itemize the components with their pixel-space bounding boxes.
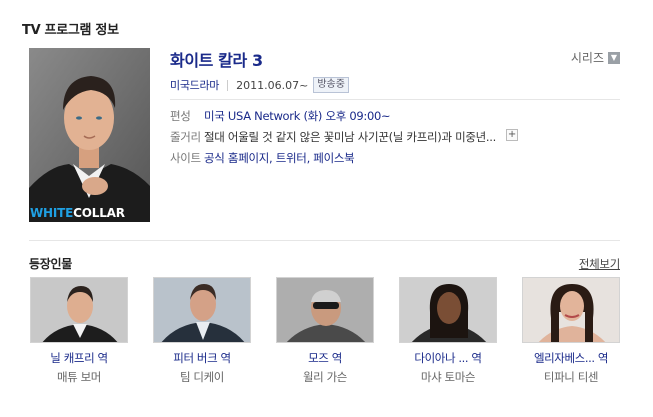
cast-section-title: 등장인물 <box>29 257 72 271</box>
cast-item[interactable]: 모즈 역 윌리 가슨 <box>275 277 375 385</box>
series-label: 시리즈 <box>570 51 604 65</box>
synopsis-row: 줄거리 절대 어울릴 것 같지 않은 꽃미남 사기꾼(닐 카프리)과 미중년..… <box>170 129 519 145</box>
cast-actor[interactable]: 티파니 티센 <box>521 369 621 385</box>
view-all-link[interactable]: 전체보기 <box>579 256 620 272</box>
synopsis-label: 줄거리 <box>170 130 201 144</box>
poster-photo <box>29 48 150 222</box>
divider <box>170 99 620 100</box>
air-date: 2011.06.07~ <box>236 78 309 92</box>
cast-role[interactable]: 닐 캐프리 역 <box>29 350 129 366</box>
site-label: 사이트 <box>170 151 201 165</box>
program-meta: 미국드라마 2011.06.07~ 방송중 <box>170 77 349 93</box>
chevron-down-icon: ▼ <box>608 51 620 64</box>
program-poster[interactable]: WHITECOLLAR <box>29 48 150 222</box>
cast-actor[interactable]: 팀 디케이 <box>152 369 252 385</box>
plus-icon[interactable]: + <box>506 129 519 141</box>
cast-item[interactable]: 다이아나 ... 역 마샤 토마슨 <box>398 277 498 385</box>
cast-role[interactable]: 엘리자베스... 역 <box>521 350 621 366</box>
cast-item[interactable]: 피터 버크 역 팀 디케이 <box>152 277 252 385</box>
cast-item[interactable]: 닐 캐프리 역 매튜 보머 <box>29 277 129 385</box>
divider <box>29 240 620 241</box>
status-badge: 방송중 <box>313 77 349 93</box>
cast-actor[interactable]: 윌리 가슨 <box>275 369 375 385</box>
cast-photo[interactable] <box>399 277 497 343</box>
broadcast-row: 편성 미국 USA Network (화) 오후 09:00~ <box>170 108 391 124</box>
section-title: TV 프로그램 정보 <box>22 23 119 38</box>
site-row: 사이트 공식 홈페이지, 트위터, 페이스북 <box>170 150 355 166</box>
cast-photo[interactable] <box>276 277 374 343</box>
cast-actor[interactable]: 매튜 보머 <box>29 369 129 385</box>
cast-actor[interactable]: 마샤 토마슨 <box>398 369 498 385</box>
cast-role[interactable]: 피터 버크 역 <box>152 350 252 366</box>
cast-photo[interactable] <box>153 277 251 343</box>
cast-role[interactable]: 다이아나 ... 역 <box>398 350 498 366</box>
cast-photo[interactable] <box>30 277 128 343</box>
poster-logo: WHITECOLLAR <box>30 206 125 220</box>
cast-list: 닐 캐프리 역 매튜 보머 피터 버크 역 팀 디케이 모즈 역 윌리 가슨 다… <box>29 277 629 407</box>
cast-role[interactable]: 모즈 역 <box>275 350 375 366</box>
broadcast-value[interactable]: 미국 USA Network (화) 오후 09:00~ <box>204 108 391 124</box>
synopsis-value: 절대 어울릴 것 같지 않은 꽃미남 사기꾼(닐 카프리)과 미중년... <box>204 130 497 144</box>
cast-item[interactable]: 엘리자베스... 역 티파니 티센 <box>521 277 621 385</box>
genre-link[interactable]: 미국드라마 <box>170 77 219 93</box>
program-title[interactable]: 화이트 칼라 3 <box>170 47 263 71</box>
site-links[interactable]: 공식 홈페이지, 트위터, 페이스북 <box>204 150 355 166</box>
broadcast-label: 편성 <box>170 109 191 123</box>
divider <box>227 79 229 91</box>
cast-photo[interactable] <box>522 277 620 343</box>
series-dropdown[interactable]: 시리즈 ▼ <box>571 49 620 66</box>
